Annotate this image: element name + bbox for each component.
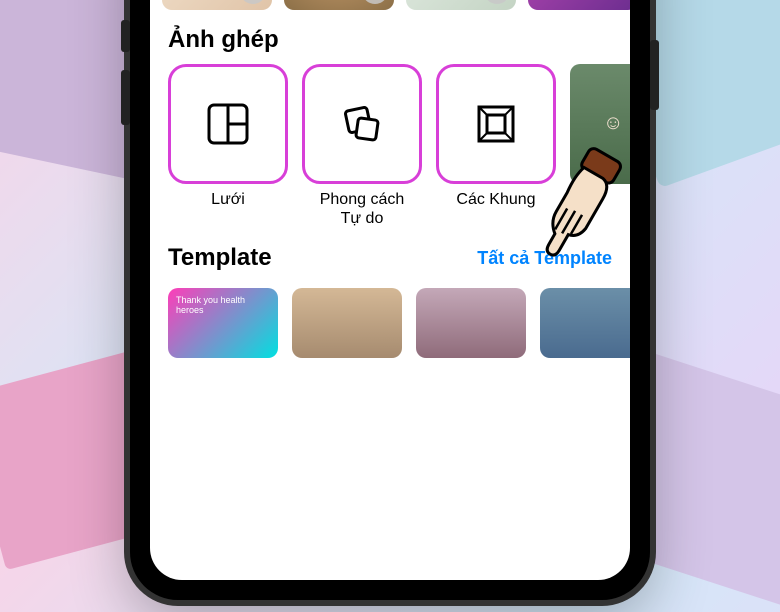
template-thumb[interactable] bbox=[540, 288, 630, 358]
refresh-icon[interactable]: ↻ bbox=[362, 0, 388, 4]
template-thumb[interactable]: Thank you health heroes bbox=[168, 288, 278, 358]
collage-frames-button[interactable] bbox=[436, 64, 556, 184]
all-templates-link[interactable]: Tất cả Template bbox=[477, 248, 612, 269]
template-thumb[interactable] bbox=[416, 288, 526, 358]
collage-option-grid: Lưới bbox=[168, 64, 288, 228]
collage-section-header: Ảnh ghép bbox=[150, 10, 630, 60]
collage-grid-button[interactable] bbox=[168, 64, 288, 184]
effect-thumb[interactable] bbox=[528, 0, 630, 10]
effect-thumb[interactable]: ↻ bbox=[406, 0, 516, 10]
template-row: Thank you health heroes bbox=[150, 278, 630, 358]
collage-title: Ảnh ghép bbox=[168, 26, 612, 54]
collage-freestyle-label: Phong cách Tự do bbox=[320, 190, 405, 228]
collage-grid-label: Lưới bbox=[211, 190, 245, 209]
effects-row: ↻ ↻ ↻ bbox=[150, 0, 630, 10]
template-title: Template bbox=[168, 244, 272, 272]
collage-option-freestyle: Phong cách Tự do bbox=[302, 64, 422, 228]
collage-options-row: Lưới Phong cách Tự do bbox=[150, 60, 630, 228]
phone-frame: ↻ ↻ ↻ Ảnh ghép bbox=[130, 0, 650, 600]
effect-thumb[interactable]: ↻ bbox=[162, 0, 272, 10]
collage-extra-thumb[interactable] bbox=[570, 64, 630, 184]
effect-thumb[interactable]: ↻ bbox=[284, 0, 394, 10]
refresh-icon[interactable]: ↻ bbox=[484, 0, 510, 4]
collage-freestyle-button[interactable] bbox=[302, 64, 422, 184]
phone-screen: ↻ ↻ ↻ Ảnh ghép bbox=[150, 0, 630, 580]
template-caption: Thank you health heroes bbox=[176, 296, 246, 316]
refresh-icon[interactable]: ↻ bbox=[240, 0, 266, 4]
template-section-header: Template Tất cả Template bbox=[150, 228, 630, 278]
template-thumb[interactable] bbox=[292, 288, 402, 358]
collage-frames-label: Các Khung bbox=[456, 190, 535, 209]
grid-icon bbox=[203, 99, 253, 149]
frames-icon bbox=[471, 99, 521, 149]
freestyle-icon bbox=[337, 99, 387, 149]
collage-option-frames: Các Khung bbox=[436, 64, 556, 228]
